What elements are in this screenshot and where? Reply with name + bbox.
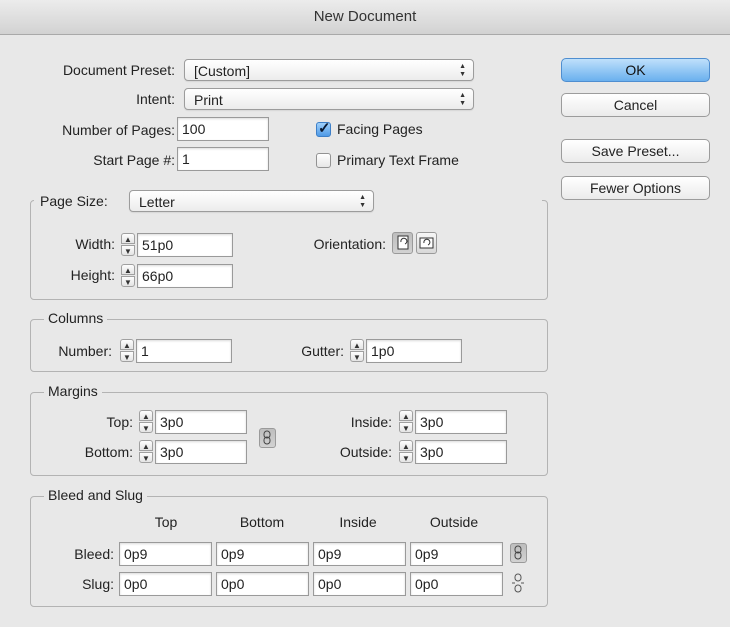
margin-bottom-label: Bottom: [84,444,133,460]
down-arrow-icon[interactable]: ▼ [139,422,153,433]
down-arrow-icon[interactable]: ▼ [121,276,135,287]
bleed-slug-legend: Bleed and Slug [44,487,147,503]
up-arrow-icon[interactable]: ▲ [399,440,413,451]
margin-outside-field[interactable]: 3p0 [415,440,507,464]
landscape-page-icon [419,237,434,249]
start-page-field[interactable]: 1 [177,147,269,171]
margin-top-field[interactable]: 3p0 [155,410,247,434]
slug-label: Slug: [82,576,114,592]
height-field[interactable]: 66p0 [137,264,233,288]
width-label: Width: [75,236,115,252]
checkmark-icon: ✓ [318,120,331,137]
slug-outside-field[interactable]: 0p0 [410,572,503,596]
intent-select[interactable]: Print ▲ ▼ [184,88,474,110]
dialog-title: New Document [0,0,730,35]
up-arrow-icon[interactable]: ▲ [121,264,135,275]
bleed-bottom-field[interactable]: 0p9 [216,542,309,566]
width-stepper[interactable]: ▲ ▼ [120,233,136,257]
facing-pages-label: Facing Pages [337,121,423,137]
popup-arrows-icon: ▲ ▼ [359,194,366,209]
primary-text-frame-label: Primary Text Frame [337,152,459,168]
margin-inside-field[interactable]: 3p0 [415,410,507,434]
gutter-stepper[interactable]: ▲ ▼ [349,339,365,363]
page-size-value: Letter [139,194,175,210]
columns-legend: Columns [44,310,108,326]
down-arrow-icon[interactable]: ▼ [121,245,135,256]
down-arrow-icon[interactable]: ▼ [120,351,134,362]
height-stepper[interactable]: ▲ ▼ [120,264,136,288]
start-page-label: Start Page #: [93,152,175,168]
fewer-options-button[interactable]: Fewer Options [561,176,710,200]
columns-number-stepper[interactable]: ▲ ▼ [119,339,135,363]
margins-legend: Margins [44,383,102,399]
broken-chain-link-icon [512,573,524,593]
col-header-bottom: Bottom [239,514,285,530]
slug-inside-field[interactable]: 0p0 [313,572,406,596]
down-arrow-icon[interactable]: ▼ [399,452,413,463]
margin-bottom-stepper[interactable]: ▲ ▼ [138,440,154,464]
gutter-field[interactable]: 1p0 [366,339,462,363]
width-field[interactable]: 51p0 [137,233,233,257]
slug-link-button[interactable] [510,573,527,593]
bleed-top-field[interactable]: 0p9 [119,542,212,566]
up-arrow-icon[interactable]: ▲ [120,339,134,350]
bleed-inside-field[interactable]: 0p9 [313,542,406,566]
orientation-label: Orientation: [313,236,386,252]
landscape-orientation-button[interactable] [416,232,437,254]
margin-top-stepper[interactable]: ▲ ▼ [138,410,154,434]
preset-label: Document Preset: [62,62,175,78]
facing-pages-checkbox[interactable]: ✓ [316,120,331,137]
down-arrow-icon[interactable]: ▼ [350,351,364,362]
page-size-select[interactable]: Letter ▲ ▼ [129,190,374,212]
gutter-label: Gutter: [301,343,344,359]
margin-top-label: Top: [106,414,133,430]
portrait-orientation-button[interactable] [392,232,413,254]
slug-bottom-field[interactable]: 0p0 [216,572,309,596]
up-arrow-icon[interactable]: ▲ [399,410,413,421]
bleed-label: Bleed: [74,546,114,562]
bleed-outside-field[interactable]: 0p9 [410,542,503,566]
up-arrow-icon[interactable]: ▲ [139,410,153,421]
down-arrow-icon[interactable]: ▼ [399,422,413,433]
col-header-top: Top [154,514,178,530]
page-size-label: Page Size: [40,193,108,209]
slug-top-field[interactable]: 0p0 [119,572,212,596]
ok-button[interactable]: OK [561,58,710,82]
margin-inside-label: Inside: [350,414,392,430]
col-header-inside: Inside [339,514,377,530]
col-header-outside: Outside [429,514,479,530]
portrait-page-icon [397,235,409,250]
chain-link-icon [263,430,271,445]
margin-bottom-field[interactable]: 3p0 [155,440,247,464]
cancel-button[interactable]: Cancel [561,93,710,117]
columns-number-field[interactable]: 1 [136,339,232,363]
popup-arrows-icon: ▲ ▼ [459,63,466,78]
make-margins-same-button[interactable] [259,428,276,448]
margin-outside-stepper[interactable]: ▲ ▼ [398,440,414,464]
primary-text-frame-checkbox[interactable] [316,153,331,168]
pages-field[interactable]: 100 [177,117,269,141]
chain-link-icon [514,545,522,560]
save-preset-button[interactable]: Save Preset... [561,139,710,163]
height-label: Height: [70,267,115,283]
preset-select[interactable]: [Custom] ▲ ▼ [184,59,474,81]
intent-label: Intent: [136,91,175,107]
margin-inside-stepper[interactable]: ▲ ▼ [398,410,414,434]
preset-value: [Custom] [194,63,251,79]
margin-outside-label: Outside: [339,444,392,460]
down-arrow-icon[interactable]: ▼ [139,452,153,463]
up-arrow-icon[interactable]: ▲ [139,440,153,451]
up-arrow-icon[interactable]: ▲ [350,339,364,350]
popup-arrows-icon: ▲ ▼ [459,92,466,107]
bleed-link-button[interactable] [510,543,527,563]
up-arrow-icon[interactable]: ▲ [121,233,135,244]
intent-value: Print [194,92,223,108]
columns-number-label: Number: [58,343,112,359]
pages-label: Number of Pages: [62,122,175,138]
